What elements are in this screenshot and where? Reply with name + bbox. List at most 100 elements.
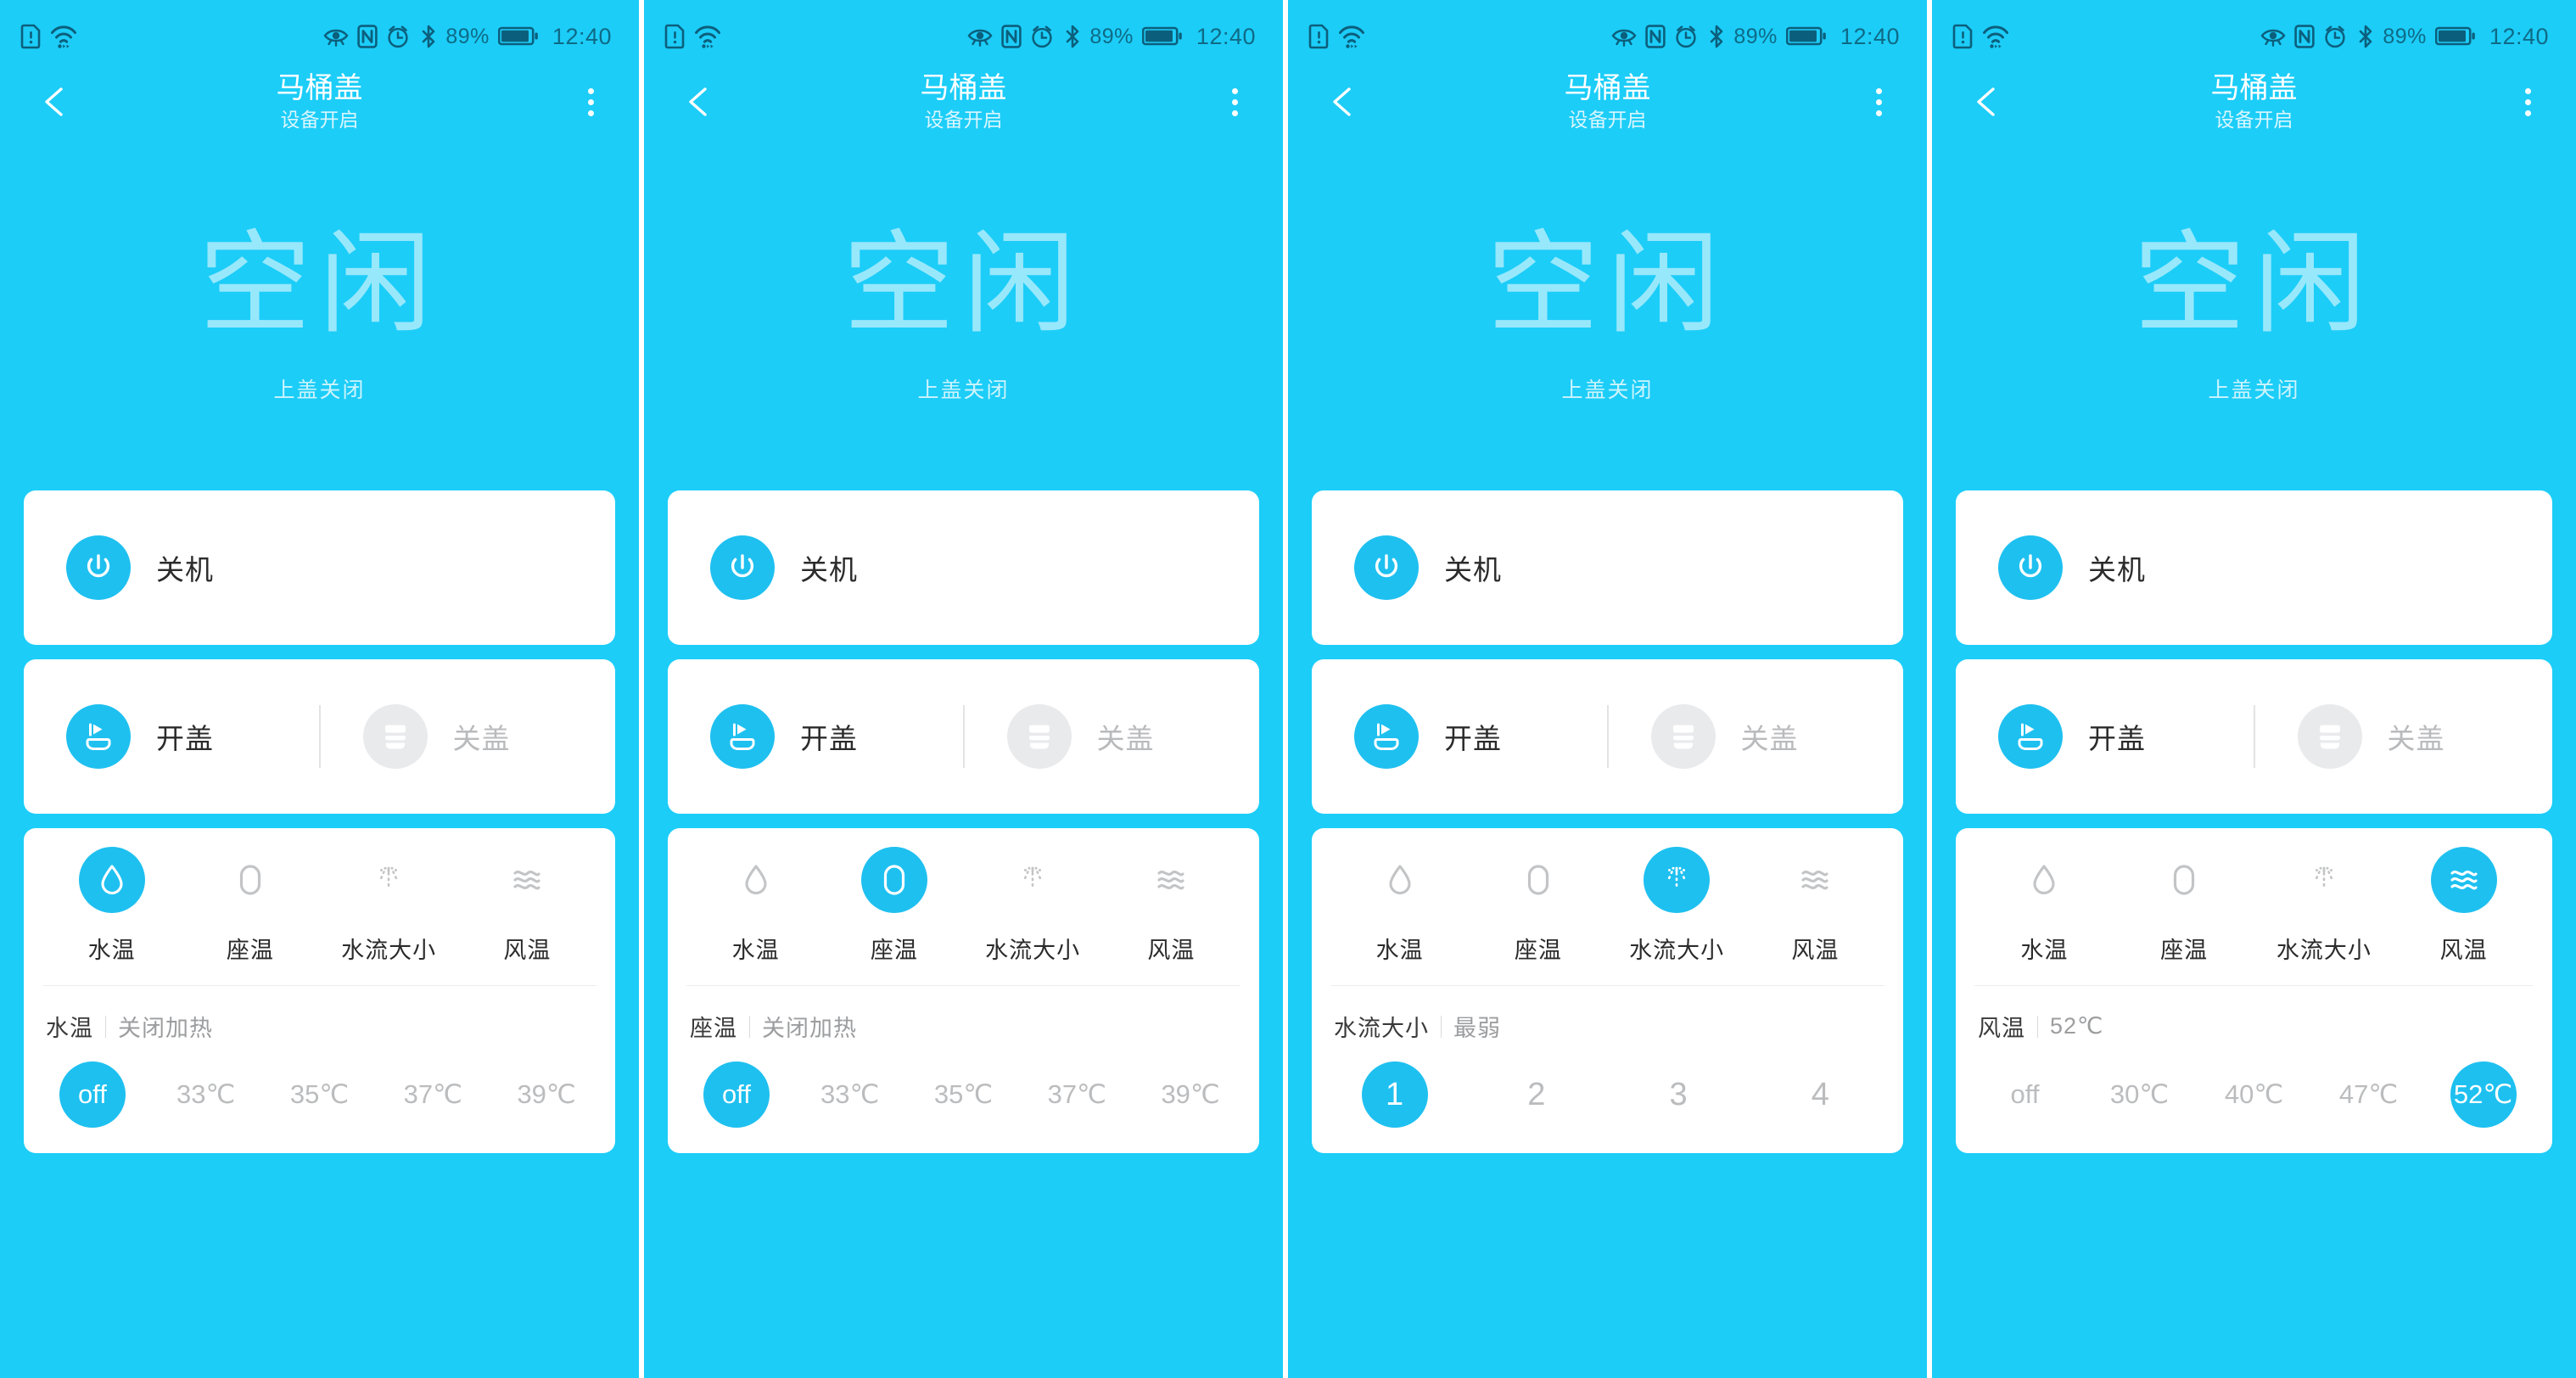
tab-seat[interactable]: 座温 (2114, 847, 2254, 965)
level-option[interactable]: 1 (1324, 1062, 1465, 1128)
level-selector: 1 2 3 4 (1312, 1043, 1903, 1153)
open-lid-button[interactable]: 开盖 (24, 704, 319, 769)
tab-water-drop[interactable]: 水温 (42, 847, 181, 965)
level-option[interactable]: 2 (1465, 1062, 1607, 1128)
water-drop-icon (78, 847, 145, 913)
power-icon[interactable] (710, 535, 775, 600)
open-lid-button[interactable]: 开盖 (668, 704, 963, 769)
level-option[interactable]: 35℃ (263, 1062, 377, 1128)
open-lid-button[interactable]: 开盖 (1312, 704, 1607, 769)
tab-seat[interactable]: 座温 (825, 847, 963, 965)
cards-container: 关机 开盖 关盖 水温 座温 水流大小 风温 水流大小 最弱 1 2 3 4 (1300, 490, 1915, 1153)
water-drop-icon (2011, 847, 2077, 913)
back-button[interactable] (1966, 82, 2005, 121)
current-setting-name: 座温 (690, 1016, 737, 1041)
level-option[interactable]: 4 (1750, 1062, 1891, 1128)
level-label: 40℃ (2224, 1079, 2284, 1109)
power-icon[interactable] (1354, 535, 1419, 600)
lid-open-icon[interactable] (1998, 704, 2063, 769)
lid-close-icon[interactable] (2297, 704, 2362, 769)
tab-seat[interactable]: 座温 (181, 847, 319, 965)
water-drop-icon (1367, 847, 1433, 913)
function-tabs: 水温 座温 水流大小 风温 (24, 847, 615, 965)
level-option[interactable]: 39℃ (490, 1062, 603, 1128)
tab-seat[interactable]: 座温 (1469, 847, 1607, 965)
power-card[interactable]: 关机 (24, 490, 615, 645)
tab-spray[interactable]: 水流大小 (1608, 847, 1746, 965)
lid-close-icon[interactable] (1650, 704, 1716, 769)
power-icon[interactable] (1998, 535, 2063, 600)
level-option[interactable]: 52℃ (2426, 1062, 2540, 1128)
overflow-menu-icon[interactable] (1859, 79, 1898, 125)
tab-spray[interactable]: 水流大小 (320, 847, 458, 965)
level-option[interactable]: 37℃ (376, 1062, 490, 1128)
alarm-clock-icon (386, 25, 410, 48)
spray-icon (1644, 847, 1711, 913)
header-titles: 马桶盖 设备开启 (1300, 70, 1915, 133)
level-option[interactable]: 33℃ (149, 1062, 263, 1128)
tab-label: 座温 (226, 938, 274, 963)
level-option[interactable]: 3 (1608, 1062, 1750, 1128)
level-label: 39℃ (1161, 1079, 1220, 1109)
level-option[interactable]: 37℃ (1020, 1062, 1134, 1128)
wind-icon (494, 847, 560, 913)
function-card: 水温 座温 水流大小 风温 风温 52℃ off 30℃ 40℃ 47℃ 52℃ (1956, 828, 2552, 1153)
lid-open-icon[interactable] (1354, 704, 1419, 769)
tab-wind[interactable]: 风温 (458, 847, 596, 965)
page-title: 马桶盖 (920, 72, 1007, 104)
level-option[interactable]: 35℃ (907, 1062, 1021, 1128)
level-option[interactable]: 40℃ (2197, 1062, 2311, 1128)
level-option[interactable]: off (1968, 1062, 2082, 1128)
level-selector: off 33℃ 35℃ 37℃ 39℃ (668, 1043, 1259, 1153)
tab-water-drop[interactable]: 水温 (1330, 847, 1469, 965)
lid-open-icon[interactable] (710, 704, 775, 769)
lid-card: 开盖 关盖 (1956, 659, 2552, 814)
close-lid-button[interactable]: 关盖 (321, 704, 616, 769)
tab-spray[interactable]: 水流大小 (2254, 847, 2394, 965)
current-setting-row: 水温 关闭加热 (24, 986, 615, 1043)
tab-water-drop[interactable]: 水温 (686, 847, 825, 965)
back-button[interactable] (678, 82, 717, 121)
power-card[interactable]: 关机 (1312, 490, 1903, 645)
close-lid-button[interactable]: 关盖 (2255, 704, 2553, 769)
cards-container: 关机 开盖 关盖 水温 座温 水流大小 风温 座温 关闭加热 off 33℃ 35℃ 37℃ 39℃ (656, 490, 1271, 1153)
sim-alert-icon (20, 23, 42, 50)
close-lid-button[interactable]: 关盖 (965, 704, 1260, 769)
nfc-icon (357, 25, 378, 48)
level-option[interactable]: off (680, 1062, 793, 1128)
current-setting-name: 水温 (46, 1016, 93, 1041)
back-button[interactable] (34, 82, 73, 121)
power-card[interactable]: 关机 (1956, 490, 2552, 645)
back-button[interactable] (1322, 82, 1361, 121)
close-lid-label: 关盖 (452, 723, 511, 754)
level-option[interactable]: 39℃ (1134, 1062, 1247, 1128)
tab-spray[interactable]: 水流大小 (964, 847, 1102, 965)
power-card[interactable]: 关机 (668, 490, 1259, 645)
level-option[interactable]: 33℃ (793, 1062, 907, 1128)
wifi-icon (1982, 23, 2009, 50)
tab-wind[interactable]: 风温 (1746, 847, 1884, 965)
tab-wind[interactable]: 风温 (1102, 847, 1240, 965)
level-option[interactable]: 47℃ (2311, 1062, 2426, 1128)
overflow-menu-icon[interactable] (2508, 79, 2547, 125)
current-setting-value: 关闭加热 (762, 1016, 857, 1041)
level-label: 37℃ (1047, 1079, 1106, 1109)
open-lid-button[interactable]: 开盖 (1956, 704, 2254, 769)
level-label: 1 (1361, 1062, 1428, 1128)
function-tabs: 水温 座温 水流大小 风温 (1312, 847, 1903, 965)
level-option[interactable]: 30℃ (2082, 1062, 2197, 1128)
tab-wind[interactable]: 风温 (2394, 847, 2534, 965)
divider (105, 1015, 106, 1038)
overflow-menu-icon[interactable] (1215, 79, 1254, 125)
lid-close-icon[interactable] (1006, 704, 1072, 769)
close-lid-button[interactable]: 关盖 (1609, 704, 1904, 769)
seat-icon (2151, 847, 2217, 913)
level-label: 37℃ (403, 1079, 462, 1109)
current-setting-name: 风温 (1978, 1016, 2025, 1041)
lid-open-icon[interactable] (66, 704, 131, 769)
level-option[interactable]: off (36, 1062, 149, 1128)
overflow-menu-icon[interactable] (571, 79, 610, 125)
power-icon[interactable] (66, 535, 131, 600)
tab-water-drop[interactable]: 水温 (1974, 847, 2114, 965)
lid-close-icon[interactable] (362, 704, 428, 769)
